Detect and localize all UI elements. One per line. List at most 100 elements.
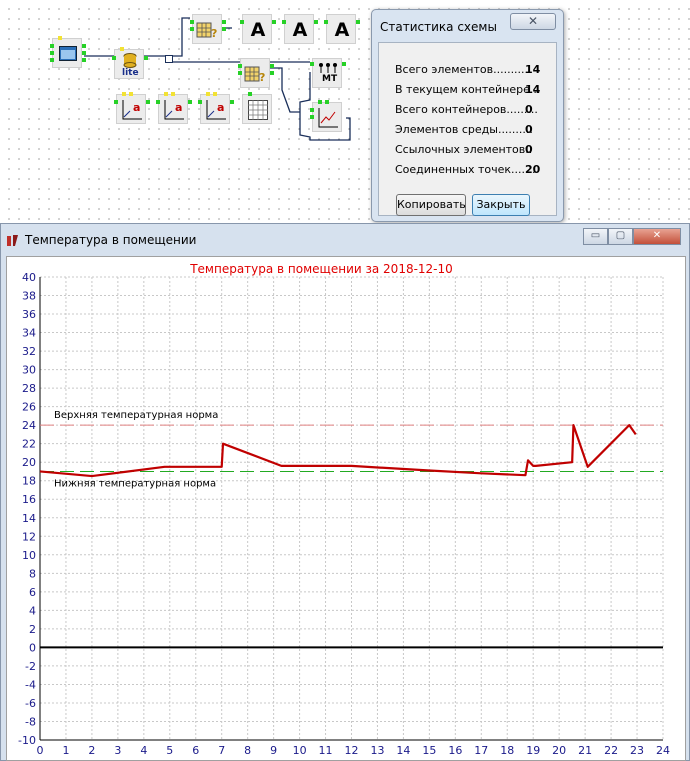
- table-query-block-2[interactable]: ?: [238, 58, 274, 88]
- copy-button[interactable]: Копировать: [396, 194, 466, 216]
- y-tick-label: 24: [22, 419, 36, 432]
- y-tick-label: 18: [22, 475, 36, 488]
- y-tick-label: 26: [22, 401, 36, 414]
- app-icon: [7, 235, 18, 246]
- text-block-glyph: A: [292, 19, 308, 41]
- database-icon: [123, 53, 137, 68]
- y-tick-label: -6: [25, 697, 36, 710]
- x-tick-label: 18: [500, 744, 514, 757]
- grid-table-icon: [248, 100, 268, 120]
- x-tick-label: 21: [578, 744, 592, 757]
- y-tick-label: -10: [18, 734, 36, 747]
- dialog-close-button[interactable]: ✕: [510, 13, 556, 30]
- text-block-glyph: A: [334, 19, 350, 41]
- x-tick-label: 22: [604, 744, 618, 757]
- x-tick-label: 5: [166, 744, 173, 757]
- svg-text:?: ?: [259, 71, 265, 84]
- stat-label-current-container: В текущем контейнере...: [395, 83, 541, 96]
- wire-junction[interactable]: [165, 55, 173, 63]
- stat-value-env-elements: 0: [525, 123, 533, 136]
- grid-table-block[interactable]: [242, 92, 272, 124]
- y-tick-label: 10: [22, 549, 36, 562]
- text-block-1[interactable]: A: [240, 14, 276, 44]
- plot-block-3[interactable]: a: [198, 92, 234, 124]
- y-tick-label: 34: [22, 327, 36, 340]
- y-tick-label: 16: [22, 493, 36, 506]
- maximize-button[interactable]: ▢: [608, 228, 633, 245]
- x-tick-label: 1: [62, 744, 69, 757]
- window-title: Температура в помещении: [25, 233, 197, 247]
- y-tick-label: 36: [22, 308, 36, 321]
- y-tick-label: 40: [22, 271, 36, 284]
- x-tick-label: 19: [526, 744, 540, 757]
- table-query-block[interactable]: ?: [190, 14, 226, 44]
- plot-glyph: a: [133, 101, 141, 114]
- y-tick-label: 38: [22, 290, 36, 303]
- x-tick-label: 11: [319, 744, 333, 757]
- chart-block[interactable]: [310, 100, 342, 132]
- plot-block-1[interactable]: a: [114, 92, 150, 124]
- svg-text:?: ?: [211, 27, 217, 40]
- stat-value-total-containers: 0: [525, 103, 533, 116]
- close-button[interactable]: Закрыть: [472, 194, 530, 216]
- y-tick-label: 0: [29, 641, 36, 654]
- plot-glyph: a: [217, 101, 225, 114]
- x-tick-label: 12: [345, 744, 359, 757]
- chart-icon: [318, 108, 338, 128]
- table-query-icon: ?: [244, 66, 265, 84]
- y-tick-label: -4: [25, 678, 36, 691]
- x-tick-label: 3: [114, 744, 121, 757]
- x-tick-label: 16: [448, 744, 462, 757]
- sqlite-block[interactable]: lite: [112, 47, 148, 79]
- x-tick-label: 17: [474, 744, 488, 757]
- text-block-glyph: A: [250, 19, 266, 41]
- x-tick-label: 15: [422, 744, 436, 757]
- y-tick-label: 22: [22, 438, 36, 451]
- x-tick-label: 0: [37, 744, 44, 757]
- plot-glyph: a: [175, 101, 183, 114]
- stat-label-total-elements: Всего элементов...........: [395, 63, 532, 76]
- x-tick-label: 24: [656, 744, 670, 757]
- chart-window: Температура в помещении ▭ ▢ ✕ -10 -8 -6 -4 -…: [0, 223, 690, 761]
- y-tick-label: 4: [29, 604, 36, 617]
- y-tick-label: 28: [22, 382, 36, 395]
- text-block-2[interactable]: A: [282, 14, 318, 44]
- stat-label-connected-points: Соединенных точек.......: [395, 163, 536, 176]
- table-query-icon: ?: [196, 22, 217, 40]
- stat-value-total-elements: 14: [525, 63, 541, 76]
- series-line: [39, 424, 637, 478]
- stat-value-ref-elements: 0: [525, 143, 533, 156]
- minimize-icon: ▭: [590, 230, 601, 241]
- y-tick-label: 30: [22, 364, 36, 377]
- x-tick-label: 7: [218, 744, 225, 757]
- x-tick-label: 6: [192, 744, 199, 757]
- x-tick-label: 20: [552, 744, 566, 757]
- y-tick-label: 12: [22, 530, 36, 543]
- split-arrows-icon: [319, 63, 337, 73]
- close-icon: ✕: [527, 14, 539, 28]
- stat-value-connected-points: 20: [525, 163, 541, 176]
- window-close-button[interactable]: ✕: [633, 228, 681, 245]
- mt-label: MT: [322, 74, 338, 84]
- y-tick-label: -2: [25, 660, 36, 673]
- x-tick-label: 9: [270, 744, 277, 757]
- y-tick-label: 32: [22, 345, 36, 358]
- stat-value-current-container: 14: [525, 83, 541, 96]
- y-tick-label: 6: [29, 586, 36, 599]
- minimize-button[interactable]: ▭: [583, 228, 608, 245]
- y-tick-label: 8: [29, 567, 36, 580]
- chart-title: Температура в помещении за 2018-12-10: [189, 262, 453, 276]
- x-tick-label: 10: [293, 744, 307, 757]
- form-block[interactable]: [50, 36, 86, 68]
- scheme-canvas[interactable]: lite ? ? A A A MT a a a: [0, 0, 690, 222]
- x-tick-label: 2: [88, 744, 95, 757]
- y-tick-label: -8: [25, 715, 36, 728]
- multi-tread-block[interactable]: MT: [310, 58, 346, 88]
- text-block-3[interactable]: A: [324, 14, 360, 44]
- stats-dialog: Статистика схемы ✕ Всего элементов......…: [371, 9, 564, 222]
- reference-line-label: Нижняя температурная норма: [54, 478, 216, 489]
- chart-area: -10 -8 -6 -4 -2 0 2 4 6 8 10 12 14 16 18 20 22 24 26 28 30 32…: [6, 256, 686, 761]
- reference-line-label: Верхняя температурная норма: [54, 410, 218, 421]
- x-tick-label: 4: [140, 744, 147, 757]
- plot-block-2[interactable]: a: [156, 92, 192, 124]
